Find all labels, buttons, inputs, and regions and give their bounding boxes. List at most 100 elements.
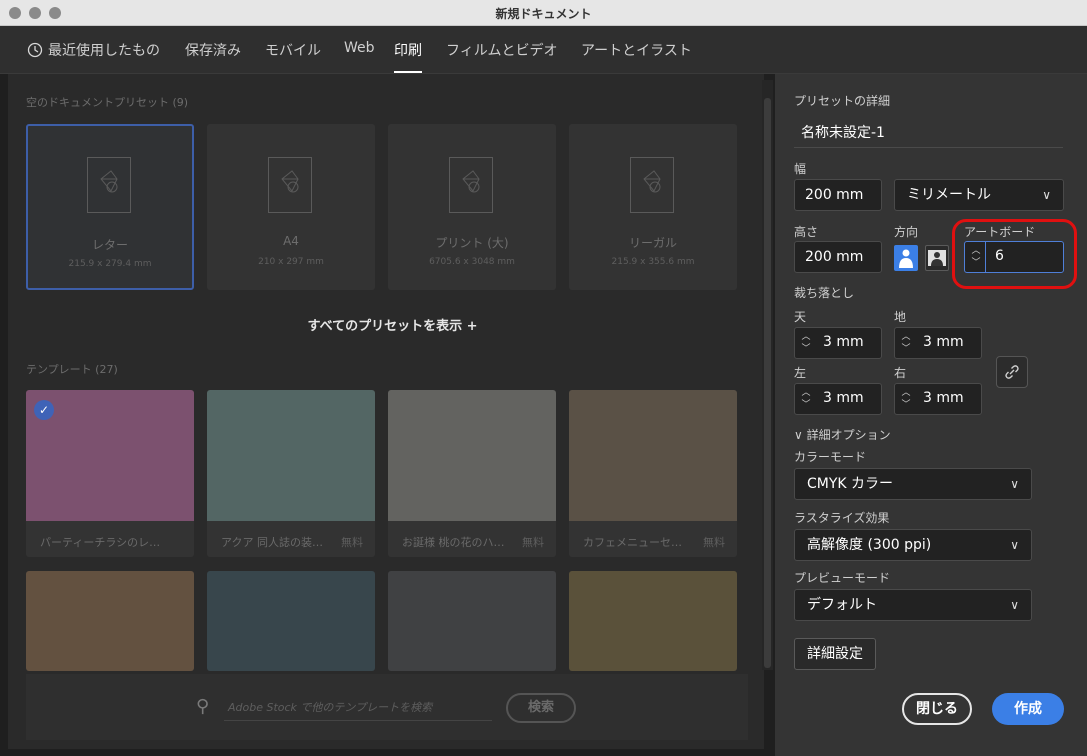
color-mode-value: CMYK カラー <box>807 476 894 492</box>
tab-film-video[interactable]: フィルムとビデオ <box>446 40 557 60</box>
raster-effects-label: ラスタライズ効果 <box>794 511 890 525</box>
bleed-bottom-label: 地 <box>894 310 907 324</box>
preset-card-legal[interactable]: リーガル 215.9 x 355.6 mm <box>569 124 737 290</box>
search-icon: ⚲ <box>196 696 210 717</box>
window-title: 新規ドキュメント <box>495 7 592 21</box>
template-card[interactable] <box>207 571 375 671</box>
template-card[interactable] <box>388 571 556 671</box>
free-badge: 無料 <box>703 536 725 549</box>
template-caption: お誕様 桃の花のハ… <box>402 536 505 549</box>
preview-mode-label: プレビューモード <box>794 571 891 585</box>
preview-mode-value: デフォルト <box>807 597 877 613</box>
preview-mode-dropdown[interactable]: デフォルト ∨ <box>794 589 1032 621</box>
preset-size: 210 x 297 mm <box>258 257 324 267</box>
scrollbar-thumb[interactable] <box>764 98 771 668</box>
preset-card-print-large[interactable]: プリント (大) 6705.6 x 3048 mm <box>388 124 556 290</box>
template-caption: パーティーチラシのレ… <box>40 536 161 549</box>
template-thumbnail <box>569 571 737 671</box>
tab-recent[interactable]: 最近使用したもの <box>27 40 160 60</box>
chevron-down-icon: ∨ <box>1042 188 1051 202</box>
landscape-button[interactable] <box>925 245 949 271</box>
category-tabs: 最近使用したもの 保存済み モバイル Web 印刷 フィルムとビデオ アートとイ… <box>0 26 1087 74</box>
tab-recent-label: 最近使用したもの <box>48 43 160 59</box>
template-caption: カフェメニューセ… <box>583 536 682 549</box>
bleed-right-value: 3 mm <box>923 390 964 406</box>
stepper-arrows-icon[interactable]: ︿ ﹀ <box>799 387 813 411</box>
stepper-arrows-icon[interactable]: ︿ ﹀ <box>899 331 913 355</box>
template-thumbnail <box>388 571 556 671</box>
bleed-bottom-value: 3 mm <box>923 334 964 350</box>
bleed-left-stepper[interactable]: ︿ ﹀ 3 mm <box>794 383 882 415</box>
chevron-down-icon: ∨ <box>1010 477 1019 491</box>
preset-size: 6705.6 x 3048 mm <box>429 257 515 267</box>
portrait-button[interactable] <box>894 245 918 271</box>
link-bleed-button[interactable] <box>996 356 1028 388</box>
template-thumbnail <box>207 571 375 671</box>
show-all-presets-link[interactable]: すべてのプリセットを表示 + <box>0 315 785 334</box>
tab-saved[interactable]: 保存済み <box>185 40 241 60</box>
free-badge: 無料 <box>522 536 544 549</box>
portrait-icon <box>899 249 913 268</box>
bleed-label: 裁ち落とし <box>794 286 855 300</box>
tab-art-illustration[interactable]: アートとイラスト <box>581 40 692 60</box>
bleed-right-stepper[interactable]: ︿ ﹀ 3 mm <box>894 383 982 415</box>
width-input[interactable]: 200 mm <box>794 179 882 211</box>
template-card[interactable]: お誕様 桃の花のハ… 無料 <box>388 390 556 557</box>
advanced-options-label: 詳細オプション <box>806 428 891 442</box>
more-settings-button[interactable]: 詳細設定 <box>794 638 876 670</box>
template-card[interactable]: カフェメニューセ… 無料 <box>569 390 737 557</box>
color-mode-label: カラーモード <box>794 450 867 464</box>
template-card[interactable] <box>569 571 737 671</box>
bleed-right-label: 右 <box>894 366 907 380</box>
template-card[interactable]: アクア 同人誌の装… 無料 <box>207 390 375 557</box>
bleed-left-value: 3 mm <box>823 390 864 406</box>
bleed-left-label: 左 <box>794 366 807 380</box>
template-thumbnail <box>388 390 556 521</box>
template-card[interactable]: ✓ パーティーチラシのレ… <box>26 390 194 557</box>
height-input[interactable]: 200 mm <box>794 241 882 273</box>
tab-print[interactable]: 印刷 <box>394 40 422 60</box>
search-input[interactable]: Adobe Stock で他のテンプレートを検索 <box>228 699 432 715</box>
document-icon <box>449 157 493 213</box>
bleed-bottom-stepper[interactable]: ︿ ﹀ 3 mm <box>894 327 982 359</box>
template-card[interactable] <box>26 571 194 671</box>
blank-presets-title: 空のドキュメントプリセット (9) <box>26 96 189 109</box>
preset-card-a4[interactable]: A4 210 x 297 mm <box>207 124 375 290</box>
preset-card-letter[interactable]: レター 215.9 x 279.4 mm <box>26 124 194 290</box>
template-caption: アクア 同人誌の装… <box>221 536 323 549</box>
tab-web[interactable]: Web <box>344 40 375 56</box>
document-icon <box>630 157 674 213</box>
tab-mobile[interactable]: モバイル <box>265 40 321 60</box>
document-icon <box>268 157 312 213</box>
landscape-icon <box>928 250 946 266</box>
bleed-top-stepper[interactable]: ︿ ﹀ 3 mm <box>794 327 882 359</box>
stepper-arrows-icon[interactable]: ︿ ﹀ <box>799 331 813 355</box>
color-mode-dropdown[interactable]: CMYK カラー ∨ <box>794 468 1032 500</box>
chevron-down-icon: ∨ <box>1010 598 1019 612</box>
unit-value: ミリメートル <box>907 187 991 203</box>
presets-scrollbar[interactable] <box>762 80 773 670</box>
link-icon <box>1005 365 1019 379</box>
preset-details-panel: プリセットの詳細 名称未設定-1 幅 200 mm ミリメートル ∨ 高さ 20… <box>775 74 1087 756</box>
create-button[interactable]: 作成 <box>992 693 1064 725</box>
stepper-arrows-icon[interactable]: ︿ ﹀ <box>899 387 913 411</box>
templates-title: テンプレート (27) <box>26 363 118 376</box>
highlight-annotation <box>952 219 1077 289</box>
close-button[interactable]: 閉じる <box>902 693 972 725</box>
presets-panel: 空のドキュメントプリセット (9) レター 215.9 x 279.4 mm A… <box>0 74 775 756</box>
raster-effects-dropdown[interactable]: 高解像度 (300 ppi) ∨ <box>794 529 1032 561</box>
preset-size: 215.9 x 355.6 mm <box>611 257 695 267</box>
free-badge: 無料 <box>341 536 363 549</box>
details-title: プリセットの詳細 <box>794 94 891 108</box>
chevron-down-icon: ∨ <box>794 428 807 442</box>
template-thumbnail <box>569 390 737 521</box>
active-tab-indicator <box>394 71 422 73</box>
unit-dropdown[interactable]: ミリメートル ∨ <box>894 179 1064 211</box>
advanced-options-toggle[interactable]: ∨ 詳細オプション <box>794 426 891 443</box>
preset-name: リーガル <box>628 236 677 250</box>
clock-icon <box>27 42 43 58</box>
title-bar: 新規ドキュメント <box>0 0 1087 26</box>
search-button[interactable]: 検索 <box>506 693 576 723</box>
name-underline <box>794 147 1063 148</box>
document-name-input[interactable]: 名称未設定-1 <box>801 122 885 142</box>
